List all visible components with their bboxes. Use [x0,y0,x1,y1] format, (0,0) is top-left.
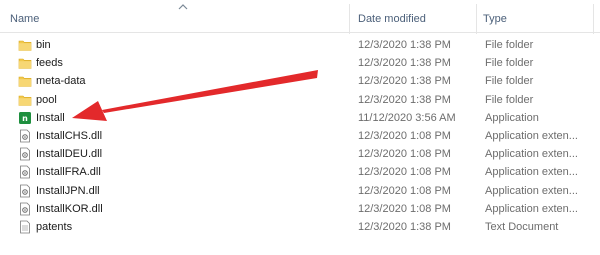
file-row[interactable]: pool 12/3/2020 1:38 PM File folder [0,91,600,109]
column-header-type[interactable]: Type [483,0,593,32]
file-type: File folder [485,75,534,88]
file-date-modified: 12/3/2020 1:38 PM [358,75,451,88]
column-header-bar: Name Date modified Type [0,0,600,34]
folder-icon [18,74,32,88]
file-name: Install [36,111,65,124]
file-date-modified: 12/3/2020 1:38 PM [358,57,451,70]
file-date-modified: 12/3/2020 1:08 PM [358,184,451,197]
text-file-icon [18,220,32,234]
file-date-modified: 12/3/2020 1:08 PM [358,129,451,142]
column-header-name[interactable]: Name [10,0,350,32]
file-type: Application exten... [485,166,578,179]
file-row[interactable]: patents 12/3/2020 1:38 PM Text Document [0,218,600,236]
file-row[interactable]: InstallKOR.dll 12/3/2020 1:08 PM Applicati… [0,200,600,218]
file-row[interactable]: InstallJPN.dll 12/3/2020 1:08 PM Applicati… [0,182,600,200]
file-date-modified: 12/3/2020 1:08 PM [358,166,451,179]
application-icon: n [18,111,32,125]
svg-text:n: n [22,114,28,123]
dll-file-icon [18,165,32,179]
file-type: Text Document [485,220,559,233]
folder-icon [18,93,32,107]
file-date-modified: 12/3/2020 1:38 PM [358,39,451,51]
file-type: File folder [485,39,534,51]
file-type: File folder [485,93,534,106]
file-row[interactable]: bin 12/3/2020 1:38 PM File folder [0,36,600,54]
file-date-modified: 12/3/2020 1:38 PM [358,93,451,106]
file-type: Application exten... [485,148,578,161]
file-row[interactable]: InstallCHS.dll 12/3/2020 1:08 PM Applicati… [0,127,600,145]
dll-file-icon [18,147,32,161]
file-row[interactable]: meta-data 12/3/2020 1:38 PM File folder [0,72,600,90]
file-name: InstallCHS.dll [36,129,103,142]
file-date-modified: 12/3/2020 1:08 PM [358,148,451,161]
file-name: InstallJPN.dll [36,184,100,197]
folder-icon [18,56,32,70]
file-row[interactable]: n Install 11/12/2020 3:56 AM Application [0,109,600,127]
column-divider[interactable] [476,4,477,34]
file-date-modified: 11/12/2020 3:56 AM [358,111,456,124]
file-row[interactable]: InstallDEU.dll 12/3/2020 1:08 PM Applicati… [0,145,600,163]
dll-file-icon [18,184,32,198]
folder-icon [18,38,32,52]
file-type: Application exten... [485,202,578,215]
file-name: InstallDEU.dll [36,148,103,161]
file-type: Application [485,111,539,124]
file-name: feeds [36,57,63,70]
column-divider[interactable] [349,4,350,34]
file-type: File folder [485,57,534,70]
column-header-date-modified[interactable]: Date modified [358,0,476,32]
dll-file-icon [18,202,32,216]
file-row[interactable]: InstallFRA.dll 12/3/2020 1:08 PM Applicati… [0,163,600,181]
file-date-modified: 12/3/2020 1:38 PM [358,220,451,233]
file-row[interactable]: feeds 12/3/2020 1:38 PM File folder [0,54,600,72]
file-name: meta-data [36,75,86,88]
dll-file-icon [18,129,32,143]
file-name: patents [36,220,73,233]
file-type: Application exten... [485,129,578,142]
file-type: Application exten... [485,184,578,197]
file-list: bin 12/3/2020 1:38 PM File folder feeds 12/3… [0,36,600,236]
file-name: pool [36,93,57,106]
file-name: bin [36,39,51,51]
column-divider[interactable] [593,4,594,34]
file-name: InstallFRA.dll [36,166,101,179]
file-date-modified: 12/3/2020 1:08 PM [358,202,451,215]
file-name: InstallKOR.dll [36,202,103,215]
